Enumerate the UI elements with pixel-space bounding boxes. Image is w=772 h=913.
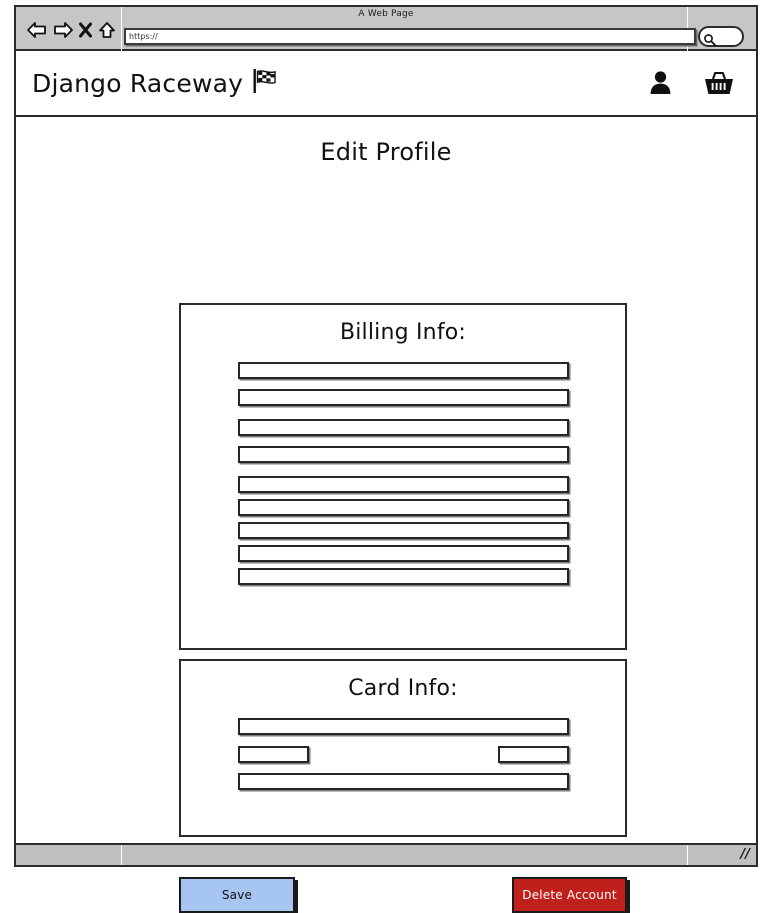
- card-info-title: Card Info:: [348, 676, 458, 701]
- card-small-fields-row: [237, 746, 569, 763]
- window-title: A Web Page: [358, 9, 414, 19]
- billing-field-4[interactable]: [237, 446, 569, 463]
- checkered-flag-icon: [252, 66, 284, 100]
- resize-grip-icon[interactable]: //: [741, 848, 751, 861]
- card-expiry-field[interactable]: [237, 746, 309, 763]
- brand-logo[interactable]: Django Raceway: [32, 66, 284, 100]
- home-icon[interactable]: [97, 21, 117, 39]
- search-icon: [703, 31, 716, 50]
- save-button[interactable]: Save: [179, 877, 295, 913]
- statusbar-divider-right: [687, 845, 688, 865]
- billing-fields-group: [181, 362, 625, 585]
- card-cvv-field[interactable]: [497, 746, 569, 763]
- browser-status-bar: //: [16, 843, 756, 865]
- address-bar-input[interactable]: https://: [124, 28, 696, 45]
- user-icon[interactable]: [648, 69, 673, 97]
- billing-info-panel: Billing Info:: [179, 303, 627, 650]
- billing-field-1[interactable]: [237, 362, 569, 379]
- header-actions: [648, 68, 736, 98]
- billing-field-6[interactable]: [237, 499, 569, 516]
- forward-arrow-icon[interactable]: [52, 21, 74, 39]
- billing-field-7[interactable]: [237, 522, 569, 539]
- billing-field-9[interactable]: [237, 568, 569, 585]
- billing-field-3[interactable]: [237, 419, 569, 436]
- page-title: Edit Profile: [320, 138, 452, 166]
- card-fields-group: [181, 718, 625, 790]
- browser-nav-controls: [26, 21, 117, 39]
- card-name-field[interactable]: [237, 773, 569, 790]
- billing-field-2[interactable]: [237, 389, 569, 406]
- site-header: Django Raceway: [16, 51, 756, 117]
- page-viewport: Django Raceway Edit Profile Billing Info…: [16, 51, 756, 913]
- billing-info-title: Billing Info:: [339, 320, 467, 345]
- browser-chrome: A Web Page https://: [16, 7, 756, 51]
- statusbar-divider-left: [121, 845, 122, 865]
- card-number-field[interactable]: [237, 718, 569, 735]
- stop-x-icon[interactable]: [78, 21, 93, 39]
- back-arrow-icon[interactable]: [26, 21, 48, 39]
- brand-name: Django Raceway: [32, 68, 244, 98]
- browser-search-box[interactable]: [698, 26, 744, 47]
- basket-icon[interactable]: [702, 68, 736, 98]
- main-content: Edit Profile Billing Info: Card Info: Sa…: [16, 117, 756, 913]
- billing-field-5[interactable]: [237, 476, 569, 493]
- delete-account-button[interactable]: Delete Account: [512, 877, 627, 913]
- card-info-panel: Card Info:: [179, 659, 627, 837]
- billing-field-8[interactable]: [237, 545, 569, 562]
- browser-window: A Web Page https:// Django Raceway Edit …: [14, 5, 758, 913]
